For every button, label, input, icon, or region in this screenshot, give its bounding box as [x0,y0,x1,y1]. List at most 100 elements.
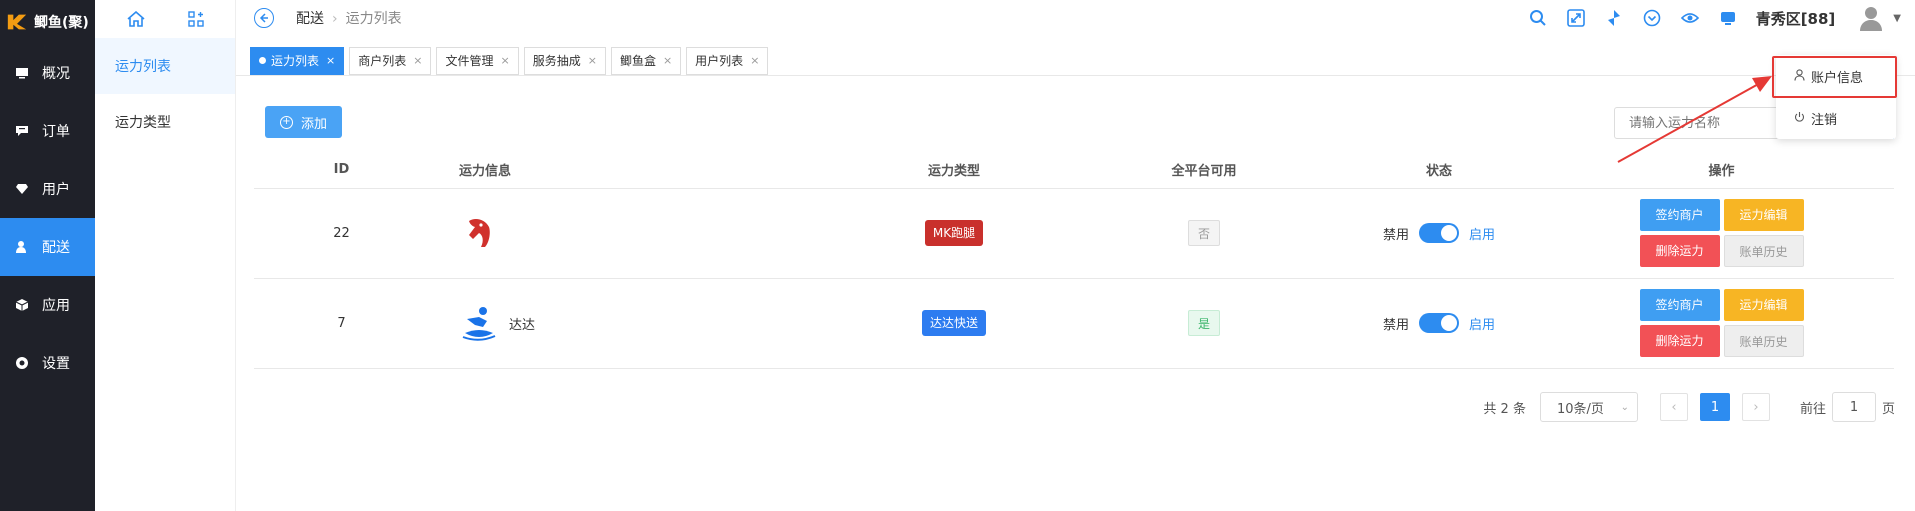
top-header: 配送 › 运力列表 青秀区[88] ▼ [236,0,1915,36]
delete-capacity-button[interactable]: 删除运力 [1639,235,1720,267]
sign-merchant-button[interactable]: 签约商户 [1639,289,1720,321]
cell-info [429,188,829,279]
col-header-id: ID [254,152,429,189]
account-dropdown: 账户信息 注销 [1776,55,1896,139]
page-size-select[interactable]: 10条/页 ⌄ [1539,392,1638,422]
home-icon[interactable] [126,11,145,27]
logout-item[interactable]: 注销 [1776,97,1896,139]
submenu-toolbar [95,0,235,38]
next-page-button[interactable]: › [1741,393,1770,421]
close-icon[interactable]: × [413,54,422,67]
status-toggle[interactable] [1419,223,1459,243]
table-row: 22 MK跑腿 否 禁用 启用 签约商户 运力编辑 删除运力 账单历史 [254,188,1894,279]
bill-history-button[interactable]: 账单历史 [1723,235,1804,267]
pagination: 共 2 条 10条/页 ⌄ ‹ 1 › 前往 1 页 [1483,392,1895,422]
mk-horse-logo-icon [469,219,490,247]
tab-label: 运力列表 [271,54,320,68]
app-logo-text: 鲫鱼(聚) [34,15,89,31]
dada-runner-logo-icon [462,307,496,341]
plus-circle-icon: + [279,115,293,129]
region-label[interactable]: 青秀区[88] [1756,8,1836,29]
logout-label: 注销 [1811,112,1838,128]
tab-file-manage[interactable]: 文件管理 × [436,46,519,75]
breadcrumb-current: 运力列表 [345,11,402,27]
prev-page-button[interactable]: ‹ [1659,393,1688,421]
capacity-name: 达达 [509,317,536,333]
power-icon [1794,111,1805,126]
cell-all-platform: 否 [1079,188,1329,279]
submenu-item-capacity-type[interactable]: 运力类型 [95,94,235,150]
close-icon[interactable]: × [326,54,335,67]
cell-id: 7 [254,278,429,369]
active-dot-icon [259,57,266,64]
disable-label: 禁用 [1382,317,1409,333]
theme-icon[interactable] [1718,8,1738,28]
nav-label: 概况 [42,66,70,82]
app-logo[interactable]: 鲫鱼(聚) [0,0,95,44]
nav-item-users[interactable]: 用户 [0,160,95,218]
table-header-row: ID 运力信息 运力类型 全平台可用 状态 操作 [254,152,1894,189]
cell-ops: 签约商户 运力编辑 删除运力 账单历史 [1549,188,1894,279]
breadcrumb-root[interactable]: 配送 [296,11,324,27]
nav-label: 配送 [42,240,70,256]
back-arrow-icon[interactable] [254,8,274,28]
user-icon [1794,68,1805,84]
enable-label: 启用 [1469,317,1496,333]
nav-item-delivery[interactable]: 配送 [0,218,95,276]
col-header-ops: 操作 [1549,152,1894,189]
cell-type: 达达快送 [829,278,1079,369]
search-icon[interactable] [1528,8,1548,28]
col-header-all-platform: 全平台可用 [1079,152,1329,189]
capacity-table: ID 运力信息 运力类型 全平台可用 状态 操作 22 MK跑腿 否 禁用 启用… [254,152,1894,369]
cell-all-platform: 是 [1079,278,1329,369]
refresh-icon[interactable] [1604,8,1624,28]
edit-capacity-button[interactable]: 运力编辑 [1723,289,1804,321]
close-icon[interactable]: × [500,54,509,67]
nav-item-apps[interactable]: 应用 [0,276,95,334]
page-number-current[interactable]: 1 [1699,393,1730,421]
status-toggle[interactable] [1419,313,1459,333]
account-info-item[interactable]: 账户信息 [1776,55,1896,97]
submenu-label: 运力类型 [115,115,171,131]
enable-label: 启用 [1469,227,1496,243]
fullscreen-icon[interactable] [1566,8,1586,28]
chevron-down-icon[interactable]: ▼ [1893,13,1901,24]
tab-merchant-list[interactable]: 商户列表 × [349,46,432,75]
header-actions: 青秀区[88] ▼ [1528,0,1915,36]
main-nav: 鲫鱼(聚) 概况 订单 用户 配送 应用 设置 [0,0,95,511]
table-row: 7 达达 达达快送 是 禁用 启用 签约商户 运力编辑 删除运力 账单历史 [254,278,1894,369]
bill-history-button[interactable]: 账单历史 [1723,325,1804,357]
grid-apps-icon[interactable] [187,11,204,27]
nav-item-settings[interactable]: 设置 [0,334,95,392]
submenu-item-capacity-list[interactable]: 运力列表 [95,38,235,94]
col-header-info: 运力信息 [429,152,829,189]
delete-capacity-button[interactable]: 删除运力 [1639,325,1720,357]
close-icon[interactable]: × [588,54,597,67]
add-button[interactable]: + 添加 [265,106,342,138]
account-info-label: 账户信息 [1811,70,1864,86]
tab-capacity-list[interactable]: 运力列表 × [250,46,345,75]
type-tag: 达达快送 [921,310,986,336]
tab-label: 服务抽成 [532,54,581,68]
user-delivery-icon [14,239,30,255]
tab-service-commission[interactable]: 服务抽成 × [523,46,606,75]
eye-icon[interactable] [1680,8,1700,28]
cell-status: 禁用 启用 [1329,278,1549,369]
goto-page-input[interactable]: 1 [1831,392,1876,422]
tab-jiyu-box[interactable]: 鲫鱼盒 × [610,46,682,75]
tab-user-list[interactable]: 用户列表 × [686,46,769,75]
nav-item-orders[interactable]: 订单 [0,102,95,160]
nav-item-overview[interactable]: 概况 [0,44,95,102]
close-icon[interactable]: × [663,54,672,67]
cell-ops: 签约商户 运力编辑 删除运力 账单历史 [1549,278,1894,369]
avatar[interactable] [1857,4,1885,32]
chevron-circle-down-icon[interactable] [1642,8,1662,28]
breadcrumb: 配送 › 运力列表 [296,8,402,28]
edit-capacity-button[interactable]: 运力编辑 [1723,199,1804,231]
tab-label: 鲫鱼盒 [619,54,656,68]
disable-label: 禁用 [1382,227,1409,243]
cell-id: 22 [254,188,429,279]
pagination-total: 共 2 条 [1483,401,1526,417]
close-icon[interactable]: × [750,54,759,67]
sign-merchant-button[interactable]: 签约商户 [1639,199,1720,231]
